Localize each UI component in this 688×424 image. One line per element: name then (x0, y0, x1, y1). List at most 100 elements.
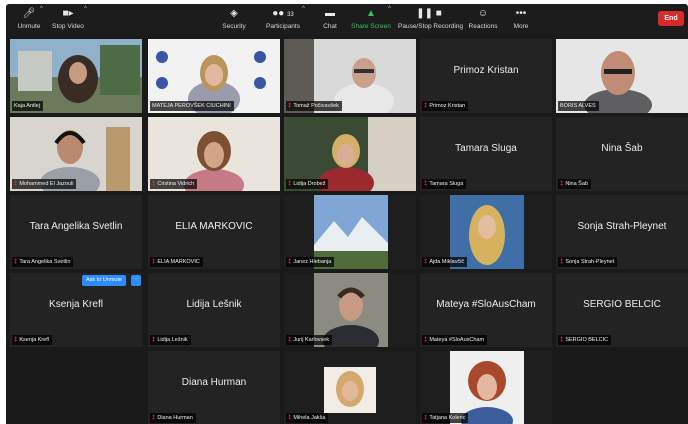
participant-name-text: ELIA MARKOVIC (157, 259, 200, 265)
microphone-muted-icon: ‡ (14, 337, 18, 343)
participant-tile[interactable]: Sonja Strah-Pleynet ‡ Sonja Strah-Pleynet (556, 195, 688, 269)
participant-name-label: ‡ Tatjana Kolenc (422, 413, 469, 423)
more-button[interactable]: ••• More (510, 7, 532, 33)
pause-stop-icon: ❚❚ ■ (416, 8, 442, 19)
participant-name-label: ‡ Ksenja Krefl (12, 335, 52, 345)
participant-tile[interactable]: Tamara Sluga ‡ Tamara Sluga (420, 117, 552, 191)
participants-button[interactable]: ●● 33 Participants (264, 7, 302, 33)
participant-name-text: Diana Hurman (157, 415, 193, 421)
participant-display-name: Primoz Kristan (453, 64, 519, 76)
participant-name-text: Mohammed El Jazouli (19, 181, 74, 187)
participant-name-text: Tamara Sluga (429, 181, 464, 187)
participant-name-text: BORIS ALVES (560, 103, 596, 109)
meeting-toolbar: 🎤︎ Unmute ^ ■▸ Stop Video ^ ◈ Security ●… (6, 4, 688, 34)
microphone-muted-icon: ‡ (152, 337, 156, 343)
participant-name-text: Lidija Drobež (293, 181, 326, 187)
ask-to-unmute-button[interactable]: Ask to Unmute (82, 275, 127, 286)
participant-name-label: ‡ Mihela Jakša (286, 413, 329, 423)
participant-name-text: Primoz Kristan (429, 103, 466, 109)
microphone-muted-icon: ‡ (560, 337, 564, 343)
participant-tile[interactable]: ‡ Tomaž Počivavšek (284, 39, 416, 113)
reactions-button[interactable]: ☺ Reactions (468, 7, 498, 33)
participant-tile[interactable]: Lidija Lešnik ‡ Lidija Lešnik (148, 273, 280, 347)
participant-name-text: Ksenja Krefl (19, 337, 49, 343)
share-caret-icon[interactable]: ^ (388, 6, 391, 12)
microphone-muted-icon: ‡ (424, 415, 428, 421)
video-gallery: Kaja Antlej MATEJA PEROVŠEK CIUCHINI ‡ Toma… (6, 34, 688, 424)
share-screen-button[interactable]: ▲ Share Screen (350, 7, 392, 33)
participant-tile[interactable]: ‡ Ajda Miklavčič (420, 195, 552, 269)
video-options-caret-icon[interactable]: ^ (84, 6, 87, 12)
chat-button[interactable]: ▬ Chat (319, 7, 341, 33)
participant-tile[interactable]: SERGIO BELCIC ‡ SERGIO BELCIC (556, 273, 688, 347)
participant-name-text: SERGIO BELCIC (565, 337, 609, 343)
participant-name-text: Mihela Jakša (293, 415, 326, 421)
participant-tile[interactable]: ‡ Mihela Jakša (284, 351, 416, 424)
participant-tile[interactable]: ‡ Jurij Karlovsek (284, 273, 416, 347)
microphone-muted-icon: ‡ (288, 181, 292, 187)
participant-tile[interactable]: ‡ Lidija Drobež (284, 117, 416, 191)
microphone-muted-icon: ‡ (424, 103, 428, 109)
participant-tile[interactable]: ‡ Mohammed El Jazouli (10, 117, 142, 191)
participant-name-text: MATEJA PEROVŠEK CIUCHINI (152, 103, 231, 109)
participant-name-text: Nina Šab (565, 181, 588, 187)
video-camera-icon: ■▸ (62, 8, 74, 19)
participant-name-label: ‡ Jurij Karlovsek (286, 335, 333, 345)
participant-tile[interactable]: Diana Hurman ‡ Diana Hurman (148, 351, 280, 424)
stop-video-button[interactable]: ■▸ Stop Video (50, 7, 86, 33)
participant-display-name: Tara Angelika Svetlin (29, 220, 123, 232)
participant-name-label: ‡ Janez Hlebanja (286, 257, 335, 267)
participant-name-label: ‡ Sonja Strah-Pleynet (558, 257, 618, 267)
participant-name-text: Cristina Vidrich (157, 181, 195, 187)
participant-tile[interactable]: ELIA MARKOVIC ‡ ELIA MARKOVIC (148, 195, 280, 269)
pause-stop-recording-button[interactable]: ❚❚ ■ Pause/Stop Recording (398, 7, 463, 33)
participant-name-label: ‡ Lidija Drobež (286, 179, 329, 189)
microphone-muted-icon: ‡ (288, 415, 292, 421)
tile-more-options-button[interactable]: ··· (131, 275, 141, 286)
participant-tile[interactable]: Kaja Antlej (10, 39, 142, 113)
participant-tile[interactable]: Mateya #SloAusCham ‡ Mateya #SloAusCham (420, 273, 552, 347)
microphone-muted-icon: ‡ (152, 259, 156, 265)
participant-tile[interactable]: Primoz Kristan ‡ Primoz Kristan (420, 39, 552, 113)
participant-display-name: ELIA MARKOVIC (175, 220, 253, 232)
participant-name-label: ‡ SERGIO BELCIC (558, 335, 612, 345)
participant-tile[interactable]: BORIS ALVES (556, 39, 688, 113)
security-button[interactable]: ◈ Security (220, 7, 248, 33)
participant-name-label: ‡ Primoz Kristan (422, 101, 469, 111)
participant-tile[interactable]: MATEJA PEROVŠEK CIUCHINI (148, 39, 280, 113)
microphone-muted-icon: ‡ (288, 259, 292, 265)
participant-name-label: ‡ Tomaž Počivavšek (286, 101, 342, 111)
participant-tile[interactable]: Ksenja Krefl ‡ Ksenja Krefl Ask to Unmute ··… (10, 273, 142, 347)
participant-display-name: Sonja Strah-Pleynet (577, 220, 667, 232)
participant-name-text: Janez Hlebanja (293, 259, 332, 265)
participant-name-label: BORIS ALVES (558, 101, 599, 111)
participant-name-text: Jurij Karlovsek (293, 337, 330, 343)
microphone-muted-icon: ‡ (152, 181, 156, 187)
participant-tile[interactable]: ‡ Cristina Vidrich (148, 117, 280, 191)
participant-display-name: Mateya #SloAusCham (436, 298, 536, 310)
participant-name-label: ‡ Mateya #SloAusCham (422, 335, 488, 345)
participant-display-name: Tamara Sluga (455, 142, 517, 154)
participant-tile[interactable]: ‡ Tatjana Kolenc (420, 351, 552, 424)
participant-name-label: ‡ Lidija Lešnik (150, 335, 191, 345)
participant-tile[interactable]: Tara Angelika Svetlin ‡ Tara Angelika Svet… (10, 195, 142, 269)
participant-name-label: Kaja Antlej (12, 101, 43, 111)
participant-tile[interactable]: Nina Šab ‡ Nina Šab (556, 117, 688, 191)
participant-name-label: ‡ Ajda Miklavčič (422, 257, 468, 267)
participant-name-text: Ajda Miklavčič (429, 259, 465, 265)
participants-caret-icon[interactable]: ^ (302, 6, 305, 12)
participant-tile[interactable]: ‡ Janez Hlebanja (284, 195, 416, 269)
chat-bubble-icon: ▬ (325, 8, 335, 19)
microphone-muted-icon: ‡ (14, 259, 18, 265)
participant-name-label: ‡ Mohammed El Jazouli (12, 179, 77, 189)
participant-display-name: SERGIO BELCIC (583, 298, 661, 310)
unmute-options-caret-icon[interactable]: ^ (40, 6, 43, 12)
participant-display-name: Nina Šab (601, 142, 643, 154)
participant-name-label: ‡ Tamara Sluga (422, 179, 467, 189)
smiley-plus-icon: ☺ (477, 8, 489, 19)
participant-name-text: Mateya #SloAusCham (429, 337, 485, 343)
end-meeting-button[interactable]: End (658, 11, 684, 26)
participant-name-text: Tomaž Počivavšek (293, 103, 339, 109)
participant-name-text: Lidija Lešnik (157, 337, 188, 343)
microphone-muted-icon: ‡ (288, 337, 292, 343)
